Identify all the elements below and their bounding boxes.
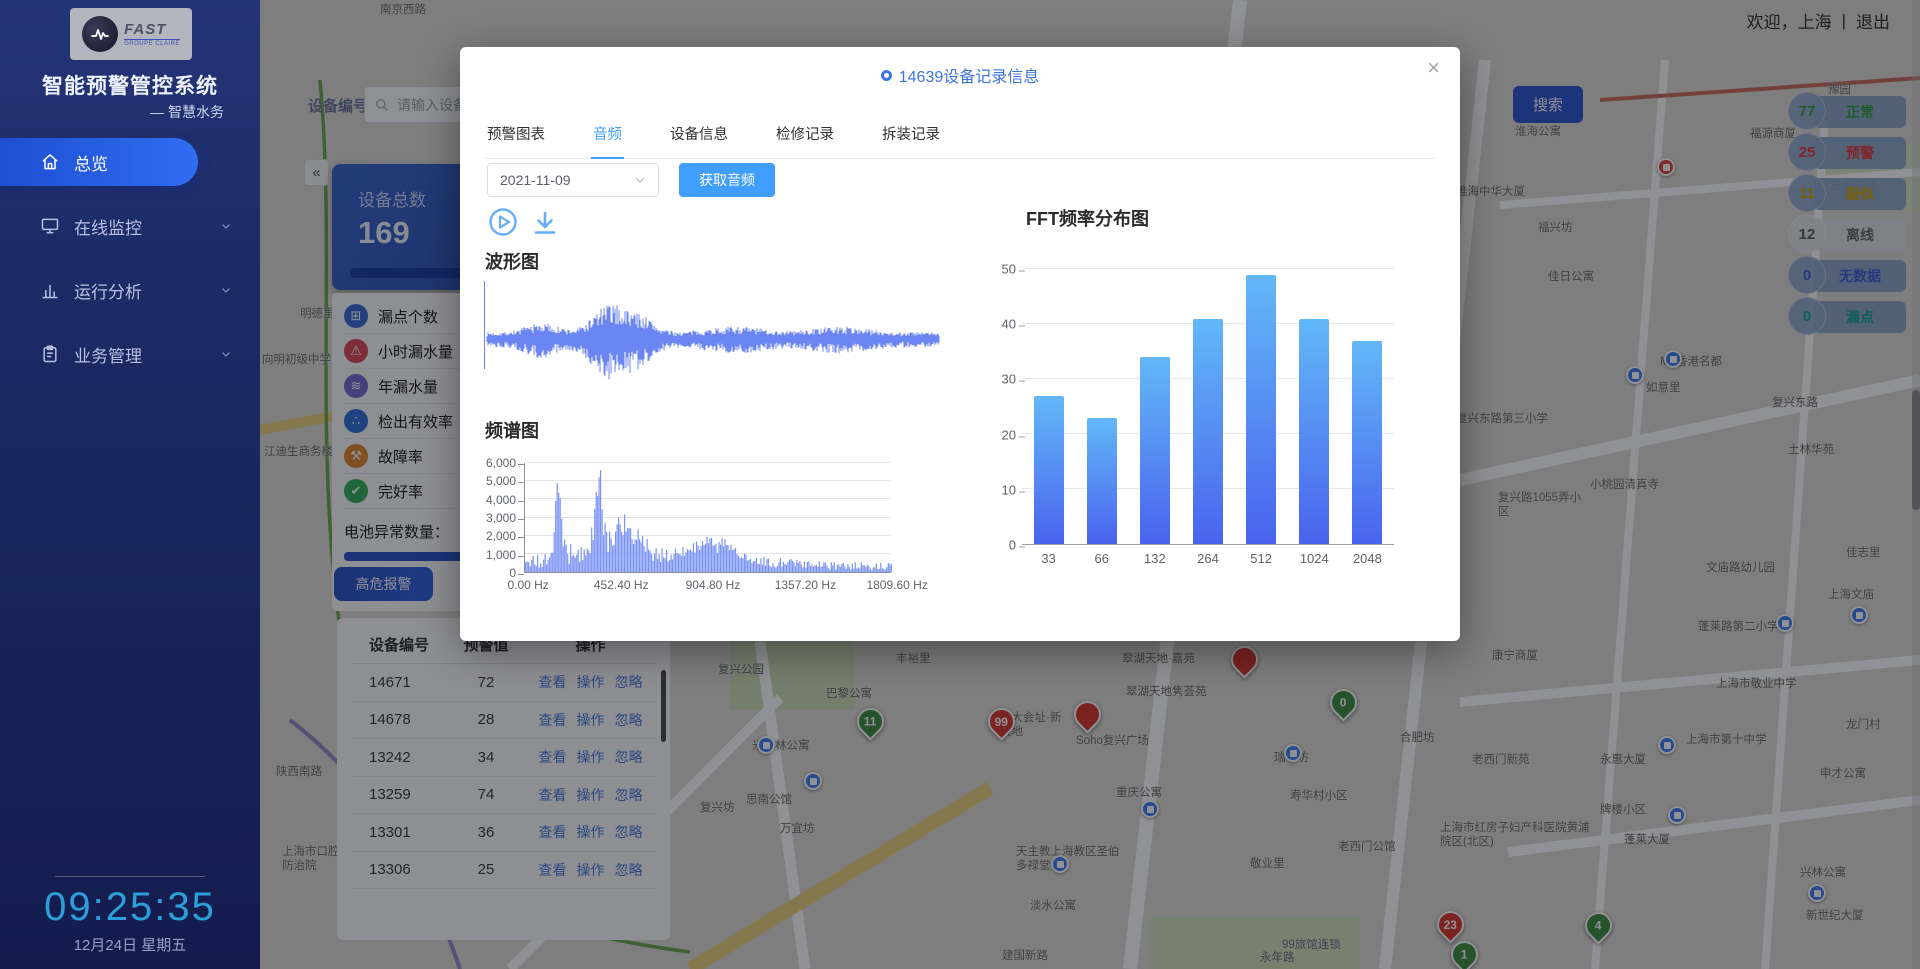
fft-bar — [1299, 319, 1329, 545]
spectrum-title: 频谱图 — [485, 417, 539, 443]
waveform-title: 波形图 — [485, 248, 539, 274]
modal-title-row: 14639设备记录信息 — [460, 63, 1460, 87]
waveform-chart — [484, 277, 940, 402]
y-tick-label: 0 — [960, 538, 1016, 553]
app-subtitle: — 智慧水务 — [150, 102, 224, 122]
y-tick-label: 1,000 — [460, 548, 516, 562]
modal-title: 14639设备记录信息 — [899, 63, 1040, 87]
logo-brand-text: FAST — [124, 22, 180, 37]
fetch-audio-button[interactable]: 获取音频 — [679, 163, 775, 197]
play-circle-icon[interactable] — [488, 207, 518, 237]
sidebar-item-operation-analysis[interactable]: 运行分析 — [0, 266, 260, 314]
fft-bar — [1193, 319, 1223, 545]
sidebar-item-label: 业务管理 — [74, 342, 142, 367]
spectrum-x-axis: 0.00 Hz452.40 Hz904.80 Hz1357.20 Hz1809.… — [524, 578, 891, 594]
chevron-down-icon — [220, 220, 232, 232]
clock-date: 12月24日 星期五 — [0, 934, 260, 955]
logo-sub-text: GROUPE CLAIRE — [124, 39, 180, 47]
fft-bar-slot: 264 — [1181, 269, 1234, 544]
fft-title: FFT频率分布图 — [1026, 205, 1149, 231]
app-root: 南京西路豫园福源商厦淮海公寓方浜中路淮海中华大厦福兴坊佳日公寓M2香港名都如意里… — [0, 0, 1920, 969]
tab-warning-chart[interactable]: 预警图表 — [485, 117, 547, 158]
sidebar-item-business-management[interactable]: 业务管理 — [0, 330, 260, 378]
sidebar-clock: 09:25:35 12月24日 星期五 — [0, 876, 260, 969]
date-select-value: 2021-11-09 — [500, 172, 634, 188]
brand-logo: FAST GROUPE CLAIRE — [70, 8, 192, 60]
close-icon[interactable]: × — [1427, 57, 1440, 79]
chevron-down-icon — [220, 348, 232, 360]
fft-y-axis: 01020304050 — [960, 269, 1016, 545]
sidebar: FAST GROUPE CLAIRE 智能预警管控系统 — 智慧水务 总览 在线… — [0, 0, 260, 969]
fft-bar — [1352, 341, 1382, 545]
date-select[interactable]: 2021-11-09 — [487, 163, 659, 197]
y-tick-label: 6,000 — [460, 456, 516, 470]
sidebar-menu: 总览 在线监控 运行分析 业务管理 — [0, 138, 260, 394]
fft-category-label: 264 — [1181, 551, 1234, 566]
sidebar-item-label: 运行分析 — [74, 278, 142, 303]
monitor-icon — [40, 216, 60, 236]
y-tick-label: 5,000 — [460, 474, 516, 488]
divider — [55, 876, 205, 877]
y-tick-label: 30 — [960, 372, 1016, 387]
x-tick-label: 0.00 Hz — [507, 578, 548, 592]
fft-bar-slot: 512 — [1235, 269, 1288, 544]
spectrum-bars — [525, 462, 892, 572]
x-tick-label: 1809.60 Hz — [866, 578, 927, 592]
tab-disassembly-records[interactable]: 拆装记录 — [880, 117, 942, 158]
y-tick-label: 2,000 — [460, 529, 516, 543]
fft-bar — [1034, 396, 1064, 545]
fft-chart: 33 66 132 — [1022, 269, 1394, 545]
fft-category-label: 1024 — [1288, 551, 1341, 566]
fft-bar-slot: 33 — [1022, 269, 1075, 544]
logo-wave-icon — [82, 16, 118, 52]
home-icon — [40, 152, 60, 172]
sidebar-item-label: 总览 — [74, 150, 108, 175]
content-area: 南京西路豫园福源商厦淮海公寓方浜中路淮海中华大厦福兴坊佳日公寓M2香港名都如意里… — [260, 0, 1920, 969]
y-tick-label: 3,000 — [460, 511, 516, 525]
fft-category-label: 33 — [1022, 551, 1075, 566]
fft-bar-slot: 2048 — [1341, 269, 1394, 544]
x-tick-label: 904.80 Hz — [686, 578, 741, 592]
clock-time: 09:25:35 — [0, 885, 260, 930]
spectrum-chart — [524, 463, 891, 573]
fft-category-label: 66 — [1075, 551, 1128, 566]
y-tick-label: 40 — [960, 317, 1016, 332]
fft-category-label: 2048 — [1341, 551, 1394, 566]
sidebar-item-label: 在线监控 — [74, 214, 142, 239]
fft-bar — [1246, 275, 1276, 545]
spectrum-y-axis: 01,0002,0003,0004,0005,0006,000 — [460, 463, 516, 573]
fft-category-label: 132 — [1128, 551, 1181, 566]
y-tick-label: 4,000 — [460, 493, 516, 507]
app-title: 智能预警管控系统 — [0, 70, 260, 100]
x-tick-label: 1357.20 Hz — [775, 578, 836, 592]
fft-bar — [1087, 418, 1117, 545]
tab-audio[interactable]: 音频 — [591, 117, 624, 159]
bar-chart-icon — [40, 280, 60, 300]
ring-icon — [881, 70, 892, 81]
chevron-down-icon — [220, 284, 232, 296]
fft-bar-slot: 132 — [1128, 269, 1181, 544]
fft-bars: 33 66 132 — [1022, 269, 1394, 544]
fft-category-label: 512 — [1235, 551, 1288, 566]
y-tick-label: 50 — [960, 262, 1016, 277]
tab-device-info[interactable]: 设备信息 — [668, 117, 730, 158]
fft-bar-slot: 66 — [1075, 269, 1128, 544]
sidebar-item-overview[interactable]: 总览 — [0, 138, 198, 186]
modal-tabs: 预警图表 音频 设备信息 检修记录 拆装记录 — [485, 117, 1435, 159]
fft-bar-slot: 1024 — [1288, 269, 1341, 544]
sidebar-item-online-monitoring[interactable]: 在线监控 — [0, 202, 260, 250]
x-tick-label: 452.40 Hz — [594, 578, 649, 592]
y-tick-label: 20 — [960, 427, 1016, 442]
chevron-down-icon — [634, 174, 646, 186]
download-icon[interactable] — [532, 210, 558, 236]
y-tick-label: 10 — [960, 482, 1016, 497]
device-record-modal: 14639设备记录信息 × 预警图表 音频 设备信息 检修记录 拆装记录 202… — [460, 47, 1460, 641]
fft-bar — [1140, 357, 1170, 544]
tab-repair-records[interactable]: 检修记录 — [774, 117, 836, 158]
clipboard-icon — [40, 344, 60, 364]
